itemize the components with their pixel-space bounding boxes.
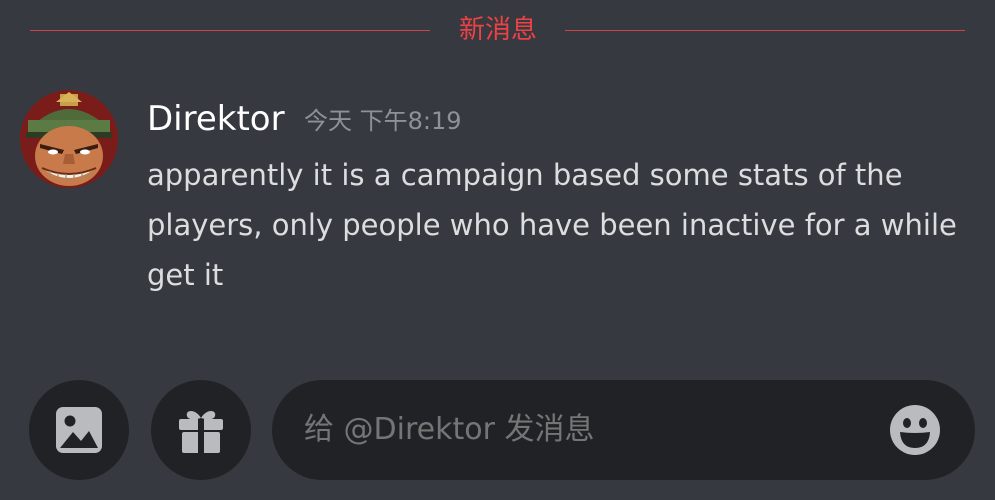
gift-button[interactable] — [151, 380, 251, 480]
message-content: apparently it is a campaign based some s… — [147, 158, 957, 292]
new-messages-divider-line-right — [565, 30, 965, 31]
avatar-image — [20, 90, 118, 188]
message-author[interactable]: Direktor — [147, 96, 285, 142]
attach-image-button[interactable] — [29, 380, 129, 480]
avatar[interactable] — [20, 90, 118, 188]
new-messages-divider-label: 新消息 — [458, 15, 537, 45]
new-messages-divider-line-left — [30, 30, 430, 31]
message-timestamp: 今天 下午8:19 — [304, 107, 462, 135]
gift-icon — [179, 411, 223, 453]
image-icon — [56, 407, 102, 453]
message-composer[interactable] — [272, 380, 975, 480]
emoji-button[interactable] — [889, 404, 941, 456]
message-input[interactable] — [304, 410, 864, 450]
chat-view: 新消息 Direktor 今天 下午8:19 apparently it is … — [0, 0, 995, 500]
emoji-icon — [890, 405, 940, 455]
